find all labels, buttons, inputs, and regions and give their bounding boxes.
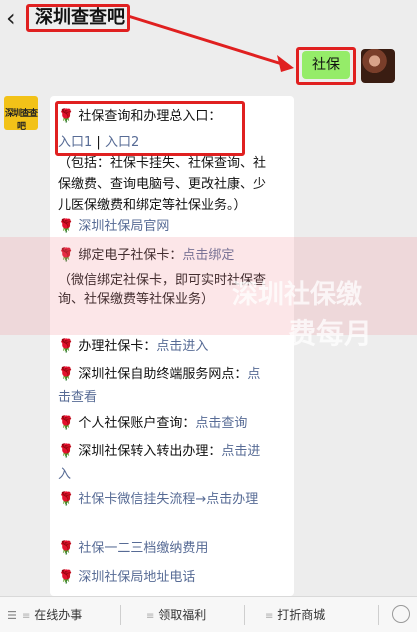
- terminal-label: 深圳社保自助终端服务网点：: [78, 367, 248, 382]
- terminal-link-part1[interactable]: 点: [247, 367, 260, 382]
- account-query-line: 🌹 个人社保账户查询：点击查询: [58, 415, 247, 433]
- watermark-line-1: 深圳社保缴: [232, 280, 363, 310]
- transfer-link-part1[interactable]: 点击进: [221, 444, 260, 459]
- official-site-line: 🌹 深圳社保局官网: [58, 218, 169, 236]
- fee-tiers-line: 🌹 社保一二三档缴纳费用: [58, 540, 208, 558]
- bottom-menu-bar: ≡ 在线办事 ≡ 领取福利 ≡ 打折商城: [0, 596, 417, 632]
- bottom-item-label: 打折商城: [277, 608, 326, 622]
- bot-avatar[interactable]: 深圳查查吧: [4, 96, 38, 130]
- line-entries: 入口1 | 入口2: [58, 134, 139, 152]
- desc-line-1: （包括：社保卡挂失、社保查询、社: [58, 156, 267, 171]
- account-query-link[interactable]: 点击查询: [195, 416, 247, 431]
- bottom-item-label: 在线办事: [34, 608, 83, 622]
- entry-1-link[interactable]: 入口1: [58, 135, 92, 150]
- entry-separator: |: [96, 135, 101, 150]
- rose-icon: 🌹: [58, 444, 75, 459]
- apply-card-link[interactable]: 点击进入: [156, 339, 208, 354]
- desc-line-3: 儿医保缴费和绑定等社保业务。）: [58, 198, 247, 213]
- outgoing-message-bubble[interactable]: 社保: [302, 51, 350, 79]
- fee-tiers-link[interactable]: 社保一二三档缴纳费用: [78, 541, 208, 556]
- transfer-link-part2[interactable]: 入: [58, 467, 71, 482]
- menu-icon[interactable]: [8, 611, 16, 619]
- rose-icon: 🌹: [58, 570, 75, 585]
- terminal-line: 🌹 深圳社保自助终端服务网点：点: [58, 366, 260, 384]
- rose-icon: 🌹: [58, 109, 75, 124]
- terminal-link-part2[interactable]: 击查看: [58, 390, 97, 405]
- loss-report-line: 🌹 社保卡微信挂失流程→点击办理: [58, 491, 258, 509]
- line-entry-title: 🌹 社保查询和办理总入口：: [58, 108, 221, 126]
- rose-icon: 🌹: [58, 416, 75, 431]
- entry-title-text: 社保查询和办理总入口：: [78, 109, 222, 124]
- rose-icon: 🌹: [58, 541, 75, 556]
- back-chevron-left-icon[interactable]: ‹: [6, 4, 16, 32]
- terminal-link-line: 击查看: [58, 389, 97, 407]
- bottom-item-mall[interactable]: ≡ 打折商城: [265, 597, 325, 632]
- transfer-label: 深圳社保转入转出办理：: [78, 444, 222, 459]
- chat-header: ‹ 深圳查查吧: [0, 0, 417, 38]
- entry-2-link[interactable]: 入口2: [105, 135, 139, 150]
- keyboard-toggle-icon[interactable]: [392, 605, 410, 623]
- official-site-link[interactable]: 深圳社保局官网: [78, 219, 169, 234]
- rose-icon: 🌹: [58, 492, 75, 507]
- bottom-item-benefits[interactable]: ≡ 领取福利: [146, 597, 206, 632]
- loss-report-link[interactable]: 社保卡微信挂失流程→点击办理: [78, 492, 258, 507]
- account-query-label: 个人社保账户查询：: [78, 416, 196, 431]
- rose-icon: 🌹: [58, 367, 75, 382]
- chat-title[interactable]: 深圳查查吧: [35, 6, 125, 30]
- rose-icon: 🌹: [58, 219, 75, 234]
- desc-line-2: 保缴费、查询电脑号、更改社康、少: [58, 177, 267, 192]
- apply-card-label: 办理社保卡：: [78, 339, 157, 354]
- apply-card-line: 🌹 办理社保卡：点击进入: [58, 338, 208, 356]
- watermark-line-2: 费每月: [288, 317, 373, 350]
- bureau-address-link[interactable]: 深圳社保局地址电话: [78, 570, 195, 585]
- transfer-line: 🌹 深圳社保转入转出办理：点击进: [58, 443, 260, 461]
- transfer-link-line: 入: [58, 466, 71, 484]
- bureau-address-line: 🌹 深圳社保局地址电话: [58, 569, 195, 587]
- user-avatar[interactable]: [361, 49, 395, 83]
- bottom-item-label: 领取福利: [158, 608, 207, 622]
- bottom-item-online-service[interactable]: ≡ 在线办事: [22, 597, 82, 632]
- rose-icon: 🌹: [58, 339, 75, 354]
